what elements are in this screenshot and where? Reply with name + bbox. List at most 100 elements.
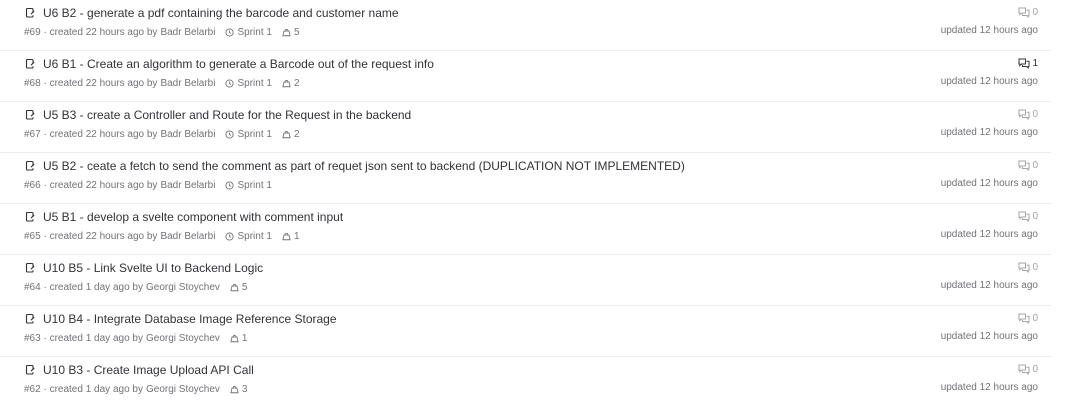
issue-reference: #66 <box>24 179 41 191</box>
issue-side: 0 updated 12 hours ago <box>940 158 1038 190</box>
issue-milestone[interactable]: Sprint 1 <box>225 230 272 242</box>
issue-milestone[interactable]: Sprint 1 <box>225 179 272 191</box>
issue-title-link[interactable]: U6 B1 - Create an algorithm to generate … <box>43 57 434 71</box>
issue-side: 0 updated 12 hours ago <box>941 260 1038 292</box>
clock-icon <box>225 27 235 37</box>
issue-comments[interactable]: 0 <box>941 362 1038 376</box>
weight-icon <box>230 385 239 393</box>
issue-author-link[interactable]: Badr Belarbi <box>160 78 215 89</box>
issue-comments[interactable]: 0 <box>941 107 1038 121</box>
issue-side: 0 updated 12 hours ago <box>941 311 1038 343</box>
issue-open-icon <box>25 58 35 69</box>
issue-title-line: U5 B3 - create a Controller and Route fo… <box>24 107 831 123</box>
issue-updated: updated 12 hours ago <box>940 25 1038 36</box>
issue-main: U6 B1 - Create an algorithm to generate … <box>24 56 831 89</box>
issue-milestone[interactable]: Sprint 1 <box>225 77 272 89</box>
clock-icon <box>225 129 235 139</box>
issue-comment-count: 0 <box>1032 261 1038 273</box>
issue-title-link[interactable]: U10 B4 - Integrate Database Image Refere… <box>43 312 337 326</box>
issue-weight: 1 <box>230 332 248 344</box>
issue-author-link[interactable]: Georgi Stoychev <box>146 384 220 395</box>
issue-weight-label: 5 <box>241 281 248 293</box>
issue-weight: 5 <box>282 27 300 38</box>
meta-separator: · <box>40 281 50 293</box>
meta-separator: · <box>40 383 50 395</box>
issue-milestone[interactable]: Sprint 1 <box>225 27 272 38</box>
comments-icon <box>1018 313 1030 324</box>
issue-comment-count: 0 <box>1032 312 1038 324</box>
issue-weight-label: 3 <box>241 383 248 395</box>
issue-open-icon <box>25 160 35 171</box>
issue-weight: 2 <box>282 78 300 89</box>
comments-icon <box>1018 109 1030 120</box>
issue-created: created 22 hours ago by <box>49 230 158 242</box>
issue-author-link[interactable]: Badr Belarbi <box>160 27 215 38</box>
issue-meta: #67 · created 22 hours ago by Badr Belar… <box>24 128 831 140</box>
meta-separator: · <box>40 230 50 242</box>
issue-title-link[interactable]: U5 B2 - ceate a fetch to send the commen… <box>43 159 685 173</box>
issue-author-link[interactable]: Badr Belarbi <box>160 180 215 191</box>
issue-title-link[interactable]: U10 B5 - Link Svelte UI to Backend Logic <box>43 261 263 275</box>
issue-meta: #68 · created 22 hours ago by Badr Belar… <box>24 77 831 89</box>
issue-comment-count: 0 <box>1032 6 1038 18</box>
issue-title-link[interactable]: U6 B2 - generate a pdf containing the ba… <box>43 6 399 20</box>
issue-open-icon <box>25 211 35 222</box>
issue-comment-count: 0 <box>1032 363 1038 375</box>
issue-comments[interactable]: 0 <box>941 260 1038 274</box>
issue-weight: 5 <box>230 281 248 293</box>
issue-meta: #63 · created 1 day ago by Georgi Stoych… <box>24 332 831 344</box>
issue-comments[interactable]: 0 <box>941 5 1038 19</box>
issue-row[interactable]: U10 B5 - Link Svelte UI to Backend Logic… <box>0 255 1051 306</box>
issue-created: created 22 hours ago by <box>49 128 158 140</box>
issue-milestone[interactable]: Sprint 1 <box>225 129 272 140</box>
issue-comments[interactable]: 0 <box>941 311 1038 325</box>
issue-comments[interactable]: 0 <box>941 158 1038 172</box>
weight-icon <box>230 283 239 291</box>
clock-icon <box>225 180 235 190</box>
issue-meta: #69 · created 22 hours ago by Badr Belar… <box>24 26 831 38</box>
issue-milestone-label: Sprint 1 <box>237 179 272 191</box>
issue-milestone-label: Sprint 1 <box>237 230 272 242</box>
issue-title-line: U10 B3 - Create Image Upload API Call <box>24 362 831 378</box>
issue-title-line: U10 B5 - Link Svelte UI to Backend Logic <box>24 260 831 276</box>
issue-title-line: U5 B1 - develop a svelte component with … <box>24 209 831 225</box>
issue-row[interactable]: U10 B4 - Integrate Database Image Refere… <box>0 306 1051 357</box>
issue-reference: #67 <box>24 128 41 140</box>
issue-updated: updated 12 hours ago <box>940 76 1038 87</box>
issue-comments[interactable]: 1 <box>941 56 1038 70</box>
comments-icon <box>1018 7 1030 18</box>
issue-author-link[interactable]: Georgi Stoychev <box>146 282 220 293</box>
issue-row[interactable]: U6 B1 - Create an algorithm to generate … <box>0 51 1051 102</box>
issue-author-link[interactable]: Badr Belarbi <box>160 231 215 242</box>
issue-comments[interactable]: 0 <box>941 209 1038 223</box>
issue-row[interactable]: U5 B2 - ceate a fetch to send the commen… <box>0 153 1051 204</box>
issue-comment-count: 0 <box>1032 159 1038 171</box>
issue-open-icon <box>25 313 35 324</box>
issue-reference: #69 <box>24 26 41 38</box>
issue-row[interactable]: U10 B3 - Create Image Upload API Call #6… <box>0 357 1051 408</box>
issue-row[interactable]: U5 B1 - develop a svelte component with … <box>0 204 1051 255</box>
issue-title-line: U6 B2 - generate a pdf containing the ba… <box>24 5 831 21</box>
issue-weight-label: 1 <box>241 332 248 344</box>
issue-updated: updated 12 hours ago <box>940 178 1038 189</box>
comments-icon <box>1018 211 1030 222</box>
meta-separator: · <box>40 332 50 344</box>
issue-row[interactable]: U5 B3 - create a Controller and Route fo… <box>0 102 1051 153</box>
issue-list: U6 B2 - generate a pdf containing the ba… <box>0 0 1051 408</box>
comments-icon <box>1018 160 1030 171</box>
clock-icon <box>225 231 235 241</box>
issue-author-link[interactable]: Badr Belarbi <box>160 129 215 140</box>
issue-weight-label: 1 <box>293 230 300 242</box>
issue-title-link[interactable]: U5 B1 - develop a svelte component with … <box>43 210 343 224</box>
issue-title-link[interactable]: U10 B3 - Create Image Upload API Call <box>43 363 254 377</box>
issue-open-icon <box>25 7 35 18</box>
issue-row[interactable]: U6 B2 - generate a pdf containing the ba… <box>0 0 1051 51</box>
issue-author-link[interactable]: Georgi Stoychev <box>146 333 220 344</box>
weight-icon <box>282 28 291 36</box>
issue-weight-label: 2 <box>293 128 300 140</box>
weight-icon <box>282 232 291 240</box>
issue-created: created 1 day ago by <box>49 281 143 293</box>
issue-title-link[interactable]: U5 B3 - create a Controller and Route fo… <box>43 108 411 122</box>
issue-open-icon <box>25 262 35 273</box>
issue-milestone-label: Sprint 1 <box>237 77 272 89</box>
